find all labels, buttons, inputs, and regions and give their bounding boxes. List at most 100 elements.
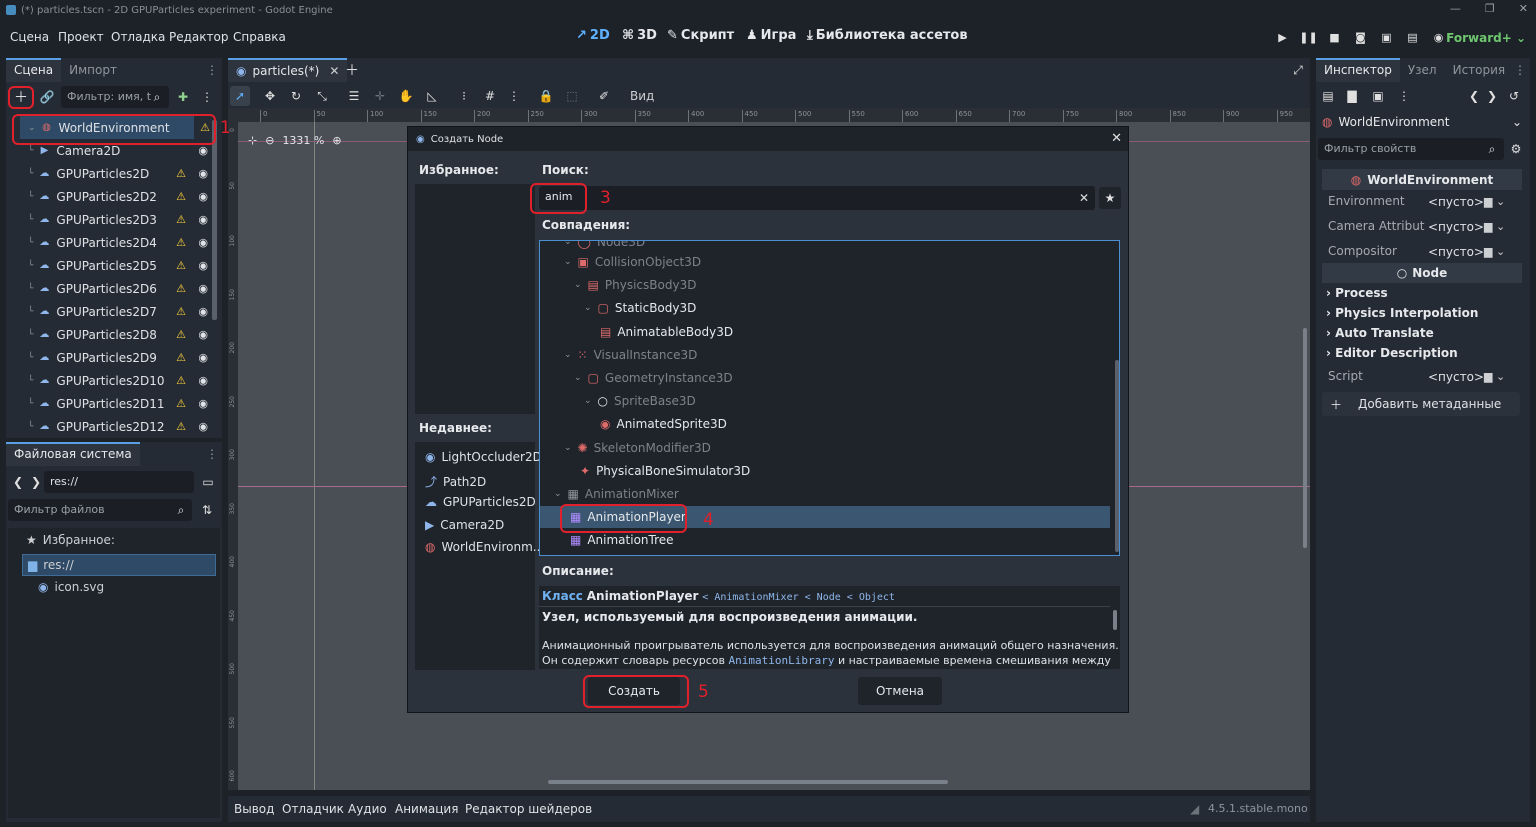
tree-node[interactable]: └ ☁ GPUParticles2D9 ⚠ ◉: [6, 346, 216, 369]
close-tab-icon[interactable]: ✕: [329, 64, 339, 78]
tab-animation[interactable]: Анимация: [395, 802, 458, 816]
scale-tool-icon[interactable]: ⤡: [312, 86, 332, 106]
match-item[interactable]: ◉ AnimatedSprite3D: [540, 413, 1110, 435]
move-tool-icon[interactable]: ✥: [260, 86, 280, 106]
visibility-eye-icon[interactable]: ◉: [198, 420, 208, 433]
tree-node[interactable]: └ ☁ GPUParticles2D5 ⚠ ◉: [6, 254, 216, 277]
match-item[interactable]: ⌄ ○ SpriteBase3D: [540, 390, 1110, 412]
split-view-icon[interactable]: ▭: [198, 472, 218, 492]
h-scrollbar[interactable]: [548, 780, 948, 784]
inspected-object[interactable]: ◍ WorldEnvironment ⌄: [1318, 111, 1528, 133]
workspace-assetlib-button[interactable]: ⤓ Библиотека ассетов: [807, 28, 968, 43]
visibility-eye-icon[interactable]: ◉: [198, 167, 208, 180]
visibility-eye-icon[interactable]: ◉: [198, 282, 208, 295]
warning-icon[interactable]: ⚠: [176, 328, 186, 341]
tree-node[interactable]: └ ☁ GPUParticles2D12 ⚠ ◉: [6, 415, 216, 438]
warning-icon[interactable]: ⚠: [176, 305, 186, 318]
history-forward-icon[interactable]: ❯: [1482, 86, 1502, 106]
matches-scrollbar[interactable]: [1115, 360, 1119, 552]
tab-shader-editor[interactable]: Редактор шейдеров: [465, 802, 592, 816]
match-item[interactable]: ⌄ ▦ AnimationMixer: [540, 483, 1110, 505]
workspace-3d-button[interactable]: ⌘ 3D: [622, 28, 657, 43]
grid-snap-icon[interactable]: #: [480, 86, 500, 106]
link-icon[interactable]: 🔗: [37, 87, 57, 107]
scene-menu-icon[interactable]: ⋮: [197, 87, 217, 107]
tab-inspector[interactable]: Инспектор: [1316, 58, 1400, 82]
fs-favorites[interactable]: ★ Избранное:: [26, 533, 115, 547]
prop-script-value[interactable]: <пусто>: [1428, 370, 1484, 384]
close-window-icon[interactable]: ✕: [1519, 2, 1528, 15]
sort-icon[interactable]: ⇅: [197, 500, 217, 520]
menu-scene[interactable]: Сцена: [10, 30, 49, 44]
menu-help[interactable]: Справка: [233, 30, 286, 44]
visibility-eye-icon[interactable]: ◉: [198, 190, 208, 203]
stop-icon[interactable]: ■: [1327, 30, 1342, 45]
v-scrollbar[interactable]: [1303, 328, 1307, 548]
warning-icon[interactable]: ⚠: [176, 420, 186, 433]
match-item[interactable]: ✦ PhysicalBoneSimulator3D: [540, 460, 1110, 482]
menu-debug[interactable]: Отладка: [111, 30, 165, 44]
recent-item[interactable]: ☁ GPUParticles2D: [425, 495, 536, 509]
dialog-close-icon[interactable]: ✕: [1111, 131, 1122, 146]
tab-import[interactable]: Импорт: [61, 58, 125, 82]
chevron-down-icon[interactable]: ⌄: [574, 280, 582, 290]
match-item[interactable]: ⌄ ▤ PhysicsBody3D: [540, 274, 1110, 296]
chevron-down-icon[interactable]: ⌄: [564, 350, 572, 360]
match-item[interactable]: ⌄ ⁙ VisualInstance3D: [540, 344, 1110, 366]
visibility-eye-icon[interactable]: ◉: [198, 351, 208, 364]
chevron-down-icon[interactable]: ⌄: [574, 373, 582, 383]
tab-audio[interactable]: Аудио: [348, 802, 387, 816]
tab-debugger[interactable]: Отладчик: [282, 802, 344, 816]
recent-item[interactable]: ▶ Camera2D: [425, 518, 504, 532]
warning-icon[interactable]: ⚠: [176, 351, 186, 364]
ruler-tool-icon[interactable]: ◺: [422, 86, 442, 106]
scene-scrollbar[interactable]: [212, 120, 217, 320]
desc-scrollbar[interactable]: [1113, 610, 1117, 630]
tree-node[interactable]: └ ☁ GPUParticles2D3 ⚠ ◉: [6, 208, 216, 231]
tree-node[interactable]: └ ☁ GPUParticles2D6 ⚠ ◉: [6, 277, 216, 300]
tree-node[interactable]: └ ☁ GPUParticles2D2 ⚠ ◉: [6, 185, 216, 208]
forward-icon[interactable]: ❯: [26, 472, 46, 492]
chevron-down-icon[interactable]: ⌄: [554, 489, 562, 499]
chevron-down-icon[interactable]: ⌄: [564, 257, 572, 267]
match-item[interactable]: ⌄ ▢ GeometryInstance3D: [540, 367, 1110, 389]
recent-item[interactable]: ◉ LightOccluder2D: [425, 450, 542, 464]
lock-icon[interactable]: 🔒: [536, 86, 556, 106]
open-resource-icon[interactable]: ▇: [1342, 86, 1362, 106]
rotate-tool-icon[interactable]: ↻: [286, 86, 306, 106]
zoom-level[interactable]: 1331 %: [282, 134, 324, 147]
group-editor-description[interactable]: › Editor Description: [1326, 346, 1458, 360]
warning-icon[interactable]: ⚠: [176, 259, 186, 272]
match-item[interactable]: ⌄ ▢ StaticBody3D: [540, 297, 1110, 319]
property-filter-input[interactable]: Фильтр свойств: [1318, 138, 1504, 160]
play-scene-icon[interactable]: ▣: [1379, 30, 1394, 45]
fs-path-input[interactable]: res://: [44, 471, 194, 493]
distraction-free-icon[interactable]: ⤢: [1288, 60, 1308, 80]
fs-menu-icon[interactable]: ⋮: [202, 444, 222, 464]
prop-environment-value[interactable]: <пусто>: [1428, 195, 1484, 209]
fs-file-row[interactable]: ◉ icon.svg: [38, 580, 104, 594]
save-resource-icon[interactable]: ▣: [1368, 86, 1388, 106]
resource-folder-icon[interactable]: ▆ ⌄: [1484, 245, 1505, 258]
resource-folder-icon[interactable]: ▆ ⌄: [1484, 370, 1505, 383]
match-item[interactable]: ⌄ ✺ SkeletonModifier3D: [540, 437, 1110, 459]
warning-icon[interactable]: ⚠: [176, 190, 186, 203]
node-search-input[interactable]: anim: [539, 186, 1095, 210]
property-options-icon[interactable]: ⚙: [1506, 139, 1526, 159]
match-item[interactable]: ▤ AnimatableBody3D: [540, 321, 1110, 343]
snap-options-icon[interactable]: ⋮: [504, 86, 524, 106]
group-physics-interpolation[interactable]: › Physics Interpolation: [1326, 306, 1478, 320]
group-icon[interactable]: ⬚: [562, 86, 582, 106]
workspace-2d-button[interactable]: ↗ 2D: [576, 28, 610, 43]
workspace-game-button[interactable]: ♟ Игра: [746, 28, 796, 43]
tree-node[interactable]: └ ☁ GPUParticles2D ⚠ ◉: [6, 162, 216, 185]
prop-camera-value[interactable]: <пусто>: [1428, 220, 1484, 234]
remote-debug-icon[interactable]: ◙: [1353, 30, 1368, 45]
resource-menu-icon[interactable]: ⋮: [1394, 86, 1414, 106]
warning-icon[interactable]: ⚠: [176, 236, 186, 249]
object-history-icon[interactable]: ↺: [1504, 86, 1524, 106]
warning-icon[interactable]: ⚠: [176, 213, 186, 226]
visibility-eye-icon[interactable]: ◉: [198, 144, 208, 157]
attach-script-icon[interactable]: ✚: [173, 87, 193, 107]
favorite-star-icon[interactable]: ★: [1099, 187, 1121, 209]
